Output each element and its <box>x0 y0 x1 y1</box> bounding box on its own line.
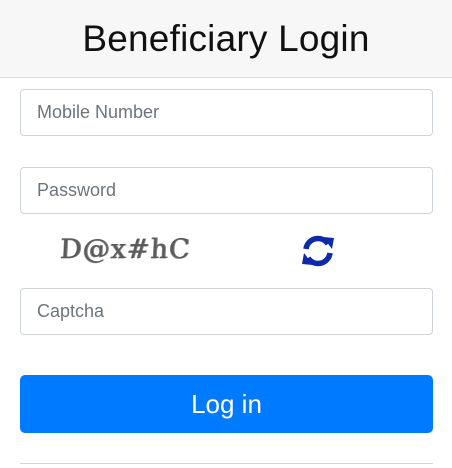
page-title: Beneficiary Login <box>82 17 370 59</box>
refresh-icon[interactable] <box>299 232 337 270</box>
password-input[interactable] <box>20 167 433 214</box>
page-header: Beneficiary Login <box>0 0 452 78</box>
captcha-row: D@x#hC <box>20 226 433 278</box>
mobile-number-input[interactable] <box>20 89 433 136</box>
captcha-image: D@x#hC <box>59 234 192 265</box>
login-button[interactable]: Log in <box>20 375 433 433</box>
captcha-input[interactable] <box>20 288 433 335</box>
divider <box>20 463 433 464</box>
